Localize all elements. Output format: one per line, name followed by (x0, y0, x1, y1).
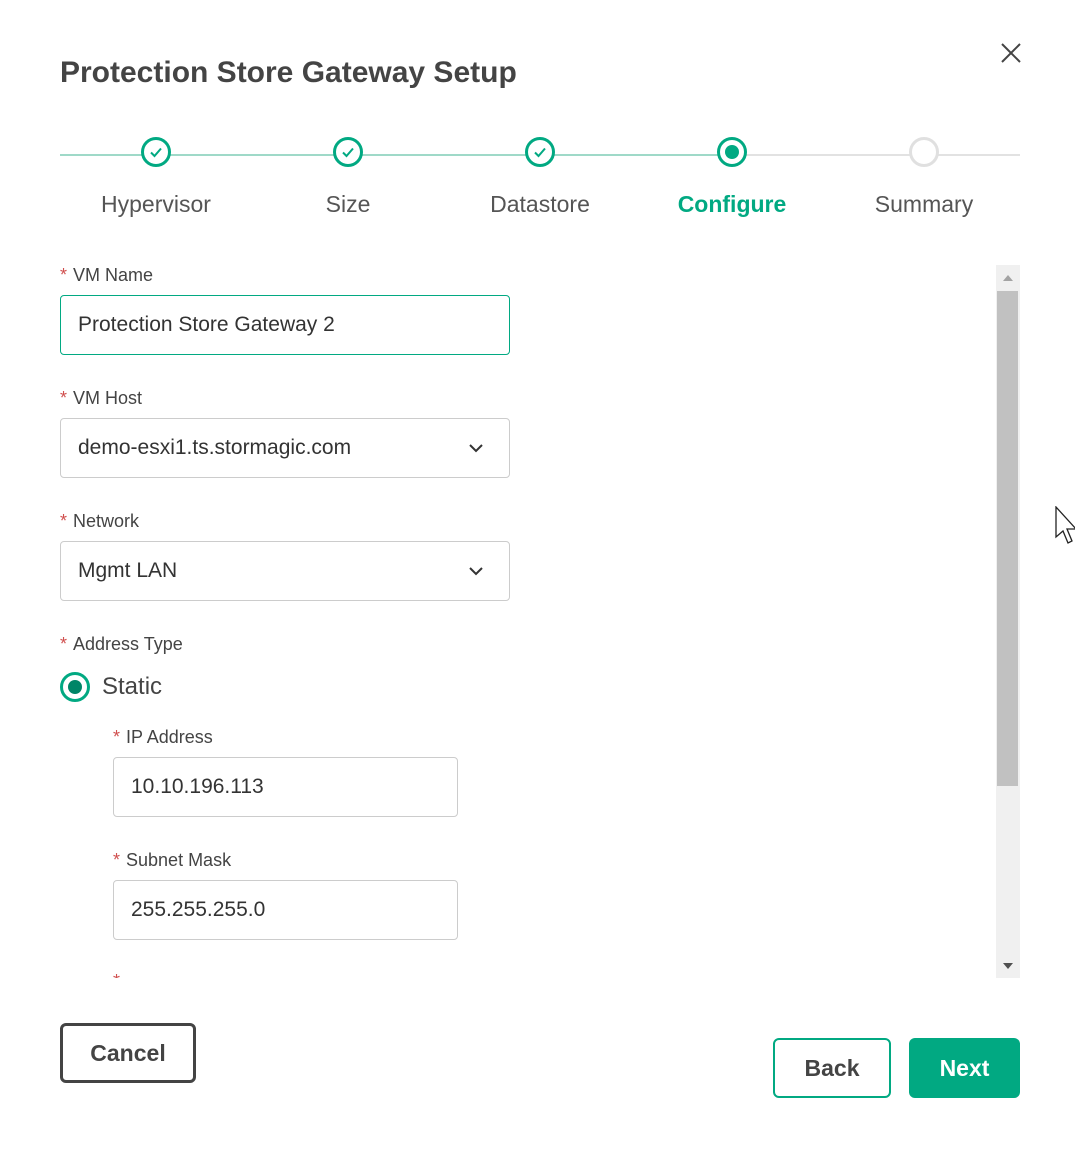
next-field-label-clipped: * (113, 971, 126, 978)
required-marker: * (113, 971, 120, 978)
static-radio-label: Static (102, 673, 163, 700)
step-current-indicator (717, 137, 747, 167)
checkmark-icon (150, 147, 162, 158)
cancel-button[interactable]: Cancel (60, 1023, 196, 1083)
dialog-title: Protection Store Gateway Setup (60, 56, 517, 89)
next-button[interactable]: Next (909, 1038, 1020, 1098)
step-datastore[interactable]: Datastore (444, 137, 636, 218)
required-marker: * (60, 511, 68, 531)
subnet-mask-input[interactable] (113, 880, 458, 940)
vm-name-label: * VM Name (60, 265, 153, 286)
network-value: Mgmt LAN (78, 559, 178, 582)
scrollbar-thumb[interactable] (997, 291, 1018, 786)
close-icon (1001, 43, 1021, 63)
configure-form: *VM Name *VM Host demo-esxi1.ts.stormagi… (60, 265, 1020, 978)
subnet-mask-label: * Subnet Mask (113, 850, 231, 871)
chevron-down-icon (469, 444, 483, 453)
mouse-cursor-icon (1055, 506, 1075, 544)
address-type-label: * Address Type (60, 634, 183, 655)
radio-selected-icon (60, 672, 90, 702)
network-label-text: Network (73, 511, 140, 531)
checkmark-icon (342, 147, 354, 158)
setup-dialog: Protection Store Gateway Setup Hyperviso… (0, 0, 1075, 1161)
step-configure[interactable]: Configure (636, 137, 828, 218)
vm-name-label-text: VM Name (73, 265, 154, 285)
step-complete-indicator (141, 137, 171, 167)
checkmark-icon (534, 147, 546, 158)
step-size[interactable]: Size (252, 137, 444, 218)
step-complete-indicator (333, 137, 363, 167)
chevron-down-icon (469, 567, 483, 576)
scroll-down-button[interactable] (996, 954, 1020, 978)
vm-host-select[interactable]: demo-esxi1.ts.stormagic.com (60, 418, 510, 478)
step-label: Hypervisor (101, 191, 211, 217)
ip-address-input[interactable] (113, 757, 458, 817)
stepper: Hypervisor Size Datastore Configure Summ… (60, 137, 1020, 227)
back-button[interactable]: Back (773, 1038, 891, 1098)
vm-host-label-text: VM Host (73, 388, 143, 408)
current-dot-icon (725, 145, 739, 159)
step-label: Configure (677, 191, 787, 217)
required-marker: * (113, 850, 121, 870)
ip-address-label-text: IP Address (126, 727, 213, 747)
step-label: Size (325, 191, 371, 217)
step-label: Summary (874, 191, 974, 217)
close-button[interactable] (996, 38, 1026, 68)
required-marker: * (60, 265, 68, 285)
network-select[interactable]: Mgmt LAN (60, 541, 510, 601)
step-pending-indicator (909, 137, 939, 167)
triangle-up-icon (1003, 275, 1013, 281)
required-marker: * (113, 727, 121, 747)
form-scrollbar[interactable] (996, 265, 1020, 978)
required-marker: * (60, 634, 68, 654)
step-label: Datastore (490, 191, 590, 217)
address-type-label-text: Address Type (73, 634, 183, 654)
triangle-down-icon (1003, 963, 1013, 969)
ip-address-label: * IP Address (113, 727, 213, 748)
step-hypervisor[interactable]: Hypervisor (60, 137, 252, 218)
step-complete-indicator (525, 137, 555, 167)
scroll-up-button[interactable] (996, 265, 1020, 289)
vm-name-input[interactable] (60, 295, 510, 355)
vm-host-value: demo-esxi1.ts.stormagic.com (78, 436, 352, 459)
subnet-mask-label-text: Subnet Mask (126, 850, 232, 870)
required-marker: * (60, 388, 68, 408)
network-label: * Network (60, 511, 139, 532)
static-radio[interactable]: Static (60, 672, 162, 702)
step-summary[interactable]: Summary (828, 137, 1020, 218)
vm-host-label: * VM Host (60, 388, 142, 409)
